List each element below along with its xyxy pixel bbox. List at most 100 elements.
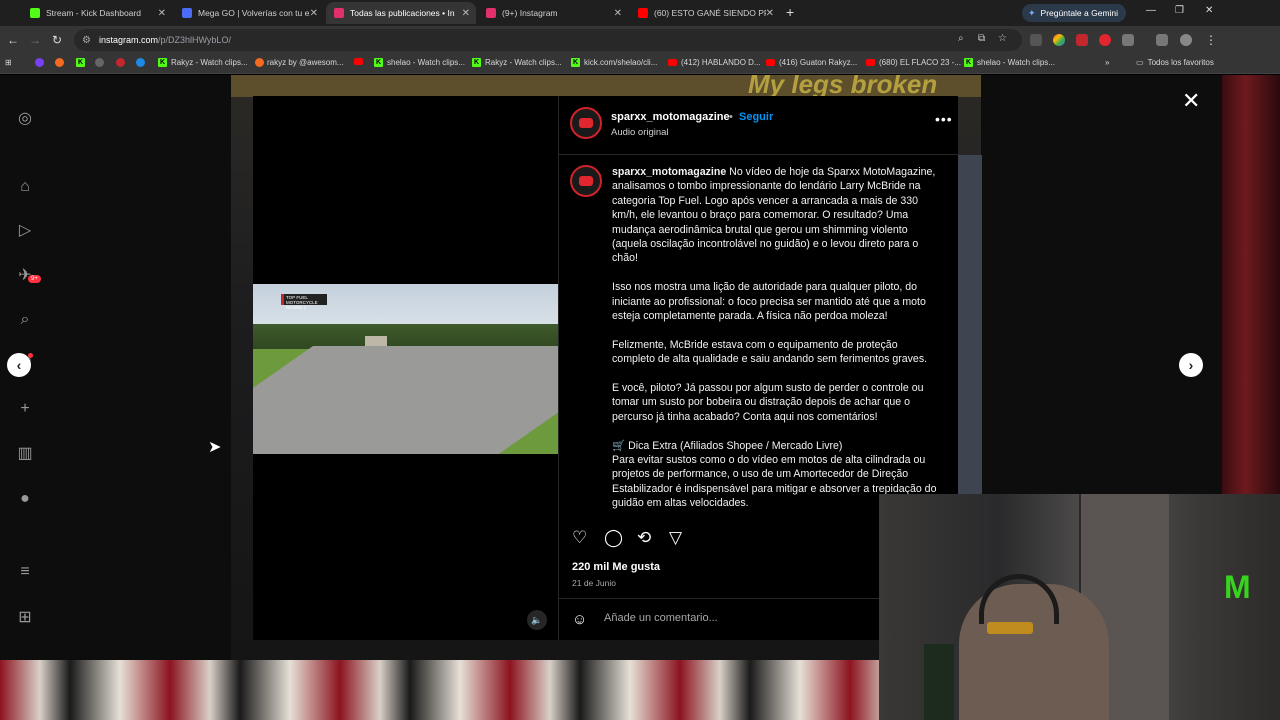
post-caption: sparxx_motomagazine No vídeo de hoje da … bbox=[612, 166, 937, 510]
mouse-cursor: ➤ bbox=[208, 439, 222, 456]
adblock-icon[interactable] bbox=[1076, 34, 1088, 46]
extension-icon[interactable] bbox=[1099, 34, 1111, 46]
avatar[interactable] bbox=[570, 107, 602, 139]
bookmark-kick-shelao[interactable]: Kkick.com/shelao/cli... bbox=[571, 58, 657, 67]
profile-icon[interactable]: ● bbox=[14, 488, 36, 510]
reels-icon[interactable]: ▷ bbox=[14, 220, 36, 242]
bookmarks-bar: ⊞ K K Rakyz - Watch clips... rakyz by @aw… bbox=[0, 54, 1280, 74]
bookmarks-overflow-icon[interactable]: » bbox=[1105, 58, 1109, 67]
browser-toolbar: ← → ↻ ⚙ instagram.com/p/DZ3hlHWybLO/ ⌕ ⧉… bbox=[0, 26, 1280, 54]
gemini-button[interactable]: ✦ Pregúntale a Gemini bbox=[1022, 4, 1127, 22]
comment-input[interactable] bbox=[604, 612, 904, 624]
instagram-icon bbox=[334, 8, 344, 18]
new-tab-button[interactable]: + bbox=[786, 4, 794, 20]
search-icon[interactable]: ⌕ bbox=[14, 309, 36, 331]
back-icon[interactable]: ← bbox=[7, 33, 19, 47]
backdrop-image bbox=[958, 155, 982, 495]
bookmark-icon[interactable]: K bbox=[76, 58, 89, 67]
bookmark-guaton[interactable]: (416) Guaton Rakyz... bbox=[766, 58, 857, 67]
bookmark-rakyz-awesome[interactable]: rakyz by @awesom... bbox=[255, 58, 344, 67]
insights-icon[interactable]: ▥ bbox=[14, 443, 36, 465]
kick-icon bbox=[30, 8, 40, 18]
reload-icon[interactable]: ↻ bbox=[52, 33, 62, 47]
bookmark-yt[interactable] bbox=[354, 58, 367, 65]
more-options-icon[interactable]: ••• bbox=[935, 111, 953, 127]
audio-link[interactable]: Audio original bbox=[611, 127, 669, 138]
close-icon[interactable]: ✕ bbox=[310, 8, 318, 19]
zoom-icon[interactable]: ⌕ bbox=[958, 33, 964, 44]
bookmark-icon[interactable] bbox=[136, 58, 148, 67]
like-count[interactable]: 220 mil Me gusta bbox=[572, 561, 660, 573]
drag-strip bbox=[253, 346, 558, 454]
bookmark-icon[interactable] bbox=[116, 58, 128, 67]
close-icon[interactable]: ✕ bbox=[766, 8, 774, 19]
avatar[interactable] bbox=[570, 165, 602, 197]
volume-icon[interactable]: 🔈 bbox=[527, 610, 547, 630]
tab-instagram[interactable]: (9+) Instagram ✕ bbox=[478, 2, 628, 24]
comment-icon[interactable]: ◯ bbox=[604, 528, 623, 548]
restore-button[interactable]: ❐ bbox=[1175, 5, 1184, 16]
follow-button[interactable]: Seguir bbox=[739, 111, 773, 123]
extension-icon[interactable] bbox=[1030, 34, 1042, 46]
forward-icon[interactable]: → bbox=[29, 33, 41, 47]
tab-mega-go[interactable]: Mega GO | Volverías con tu ex... ✕ bbox=[174, 2, 324, 24]
site-icon bbox=[182, 8, 192, 18]
close-icon[interactable]: ✕ bbox=[462, 8, 470, 19]
post-video[interactable]: TOP FUEL MOTORCYCLE ROUND 1 🔈 bbox=[253, 96, 558, 640]
glasses bbox=[987, 622, 1033, 634]
bookmark-flaco[interactable]: (680) EL FLACO 23 -... bbox=[866, 58, 961, 67]
close-icon[interactable]: ✕ bbox=[158, 8, 166, 19]
browser-tab-bar: Stream - Kick Dashboard ✕ Mega GO | Volv… bbox=[0, 0, 1280, 26]
close-window-button[interactable]: ✕ bbox=[1205, 5, 1213, 16]
caption-username[interactable]: sparxx_motomagazine bbox=[612, 166, 726, 178]
create-icon[interactable]: + bbox=[14, 398, 36, 420]
more-menu-icon[interactable]: ≡ bbox=[14, 561, 36, 583]
bookmark-icon[interactable] bbox=[35, 58, 47, 67]
address-bar[interactable]: ⚙ instagram.com/p/DZ3hlHWybLO/ ⌕ ⧉ ☆ bbox=[74, 29, 1022, 51]
profile-avatar[interactable] bbox=[1180, 34, 1192, 46]
bookmark-shelao-clips-2[interactable]: Kshelao - Watch clips... bbox=[964, 58, 1055, 67]
background-art bbox=[1222, 75, 1280, 495]
chrome-extension-icon[interactable] bbox=[1053, 34, 1065, 46]
caption-scroll-area[interactable]: sparxx_motomagazine No vídeo de hoje da … bbox=[559, 154, 959, 516]
background-art-bottom bbox=[0, 660, 880, 720]
bookmark-hablando[interactable]: (412) HABLANDO D... bbox=[668, 58, 761, 67]
previous-post-arrow[interactable]: ‹ bbox=[7, 353, 31, 377]
all-bookmarks-folder[interactable]: ▭ Todos los favoritos bbox=[1136, 58, 1214, 67]
post-username[interactable]: sparxx_motomagazine bbox=[611, 111, 730, 123]
close-modal-icon[interactable]: ✕ bbox=[1182, 88, 1200, 114]
next-post-arrow[interactable]: › bbox=[1179, 353, 1203, 377]
install-icon[interactable]: ⧉ bbox=[978, 33, 985, 44]
also-from-meta-icon[interactable]: ⊞ bbox=[14, 607, 36, 629]
home-icon[interactable]: ⌂ bbox=[14, 176, 36, 198]
tab-kick-dashboard[interactable]: Stream - Kick Dashboard ✕ bbox=[22, 2, 172, 24]
webcam-overlay: M bbox=[879, 494, 1280, 720]
apps-icon[interactable]: ⊞ bbox=[5, 58, 12, 67]
bookmark-rakyz-clips-2[interactable]: K Rakyz - Watch clips... bbox=[472, 58, 562, 67]
headphones bbox=[979, 574, 1059, 624]
minimize-button[interactable]: — bbox=[1146, 5, 1156, 16]
bookmark-rakyz-clips[interactable]: K Rakyz - Watch clips... bbox=[158, 58, 248, 67]
tab-youtube[interactable]: (60) ESTO GANÉ SIENDO PRO ✕ bbox=[630, 2, 780, 24]
messages-badge: 9+ bbox=[28, 275, 41, 283]
like-heart-icon[interactable]: ♡ bbox=[572, 528, 587, 548]
instagram-icon bbox=[486, 8, 496, 18]
bookmark-icon[interactable] bbox=[55, 58, 67, 67]
share-icon[interactable]: ▽ bbox=[669, 528, 682, 548]
post-date: 21 de Junio bbox=[572, 578, 616, 588]
bookmark-icon[interactable] bbox=[95, 58, 107, 67]
monster-logo-icon: M bbox=[1224, 569, 1251, 605]
gemini-icon: ✦ bbox=[1028, 7, 1036, 18]
tab-instagram-posts[interactable]: Todas las publicaciones • In ✕ bbox=[326, 2, 476, 24]
youtube-icon bbox=[638, 8, 648, 18]
repost-icon[interactable]: ⟲ bbox=[637, 528, 651, 548]
bookmark-shelao-clips[interactable]: Kshelao - Watch clips... bbox=[374, 58, 465, 67]
emoji-icon[interactable]: ☺ bbox=[572, 611, 587, 628]
extensions-puzzle-icon[interactable] bbox=[1122, 34, 1134, 46]
bookmark-star-icon[interactable]: ☆ bbox=[998, 33, 1007, 44]
media-icon[interactable] bbox=[1156, 34, 1168, 46]
close-icon[interactable]: ✕ bbox=[614, 8, 622, 19]
menu-icon[interactable]: ⋮ bbox=[1205, 33, 1217, 47]
site-info-icon[interactable]: ⚙ bbox=[82, 35, 91, 46]
instagram-logo-icon[interactable]: ◎ bbox=[14, 108, 36, 130]
